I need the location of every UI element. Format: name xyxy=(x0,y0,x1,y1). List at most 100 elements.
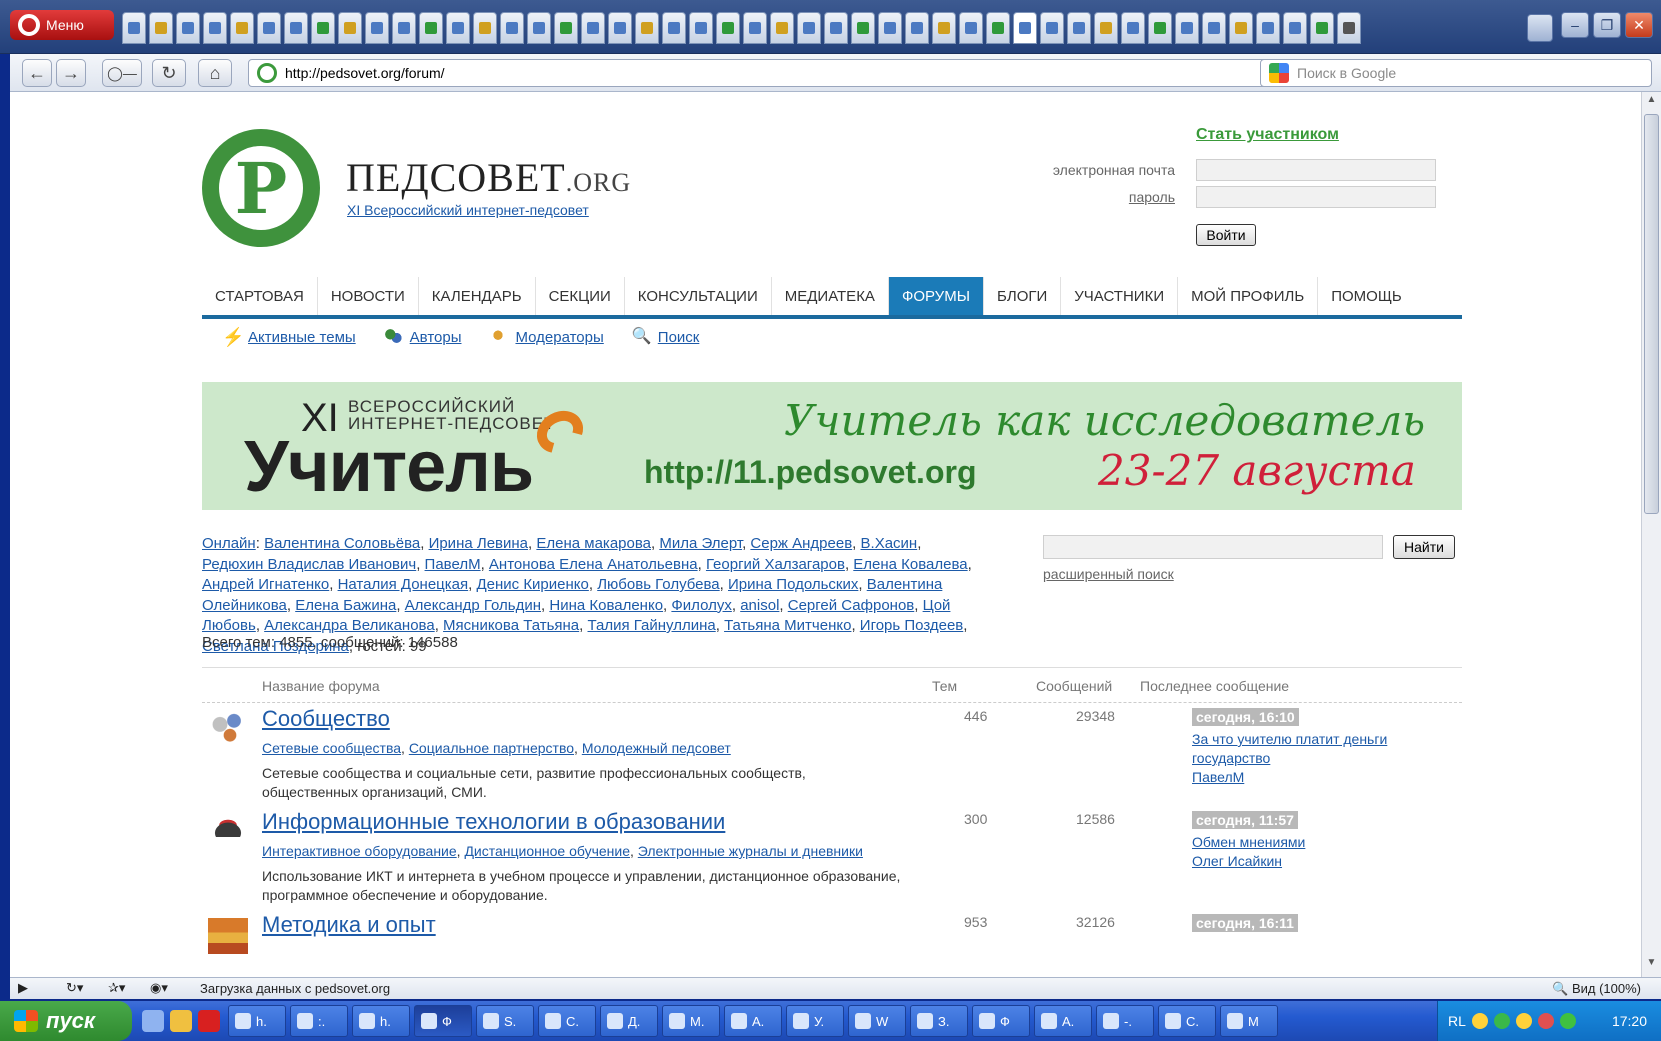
nav-consultations[interactable]: КОНСУЛЬТАЦИИ xyxy=(625,277,772,315)
blocker-icon[interactable]: ◉▾ xyxy=(150,980,168,996)
nav-members[interactable]: УЧАСТНИКИ xyxy=(1061,277,1179,315)
online-user-link[interactable]: Елена Ковалева xyxy=(853,556,967,573)
taskbar-task[interactable]: У. xyxy=(786,1005,844,1037)
online-user-link[interactable]: Татьяна Митченко xyxy=(724,617,851,634)
tray-icon[interactable] xyxy=(1537,1013,1554,1029)
forward-button[interactable]: → xyxy=(56,59,86,87)
taskbar-task[interactable]: Ф xyxy=(414,1005,472,1037)
nav-my-profile[interactable]: МОЙ ПРОФИЛЬ xyxy=(1178,277,1319,315)
online-user-link[interactable]: Талия Гайнуллина xyxy=(588,617,716,634)
browser-tab[interactable] xyxy=(1067,12,1091,44)
email-field[interactable] xyxy=(1196,159,1436,181)
online-user-link[interactable]: Редюхин Владислав Иванович xyxy=(202,556,416,573)
browser-tab[interactable] xyxy=(959,12,983,44)
online-user-link[interactable]: Елена макарова xyxy=(536,535,651,552)
restore-button[interactable]: ❐ xyxy=(1593,12,1621,38)
taskbar-task[interactable]: W xyxy=(848,1005,906,1037)
browser-tab[interactable] xyxy=(473,12,497,44)
new-tab-button[interactable] xyxy=(1337,12,1361,44)
browser-tab[interactable] xyxy=(1121,12,1145,44)
home-button[interactable]: ⌂ xyxy=(198,59,232,87)
taskbar-task[interactable]: М xyxy=(1220,1005,1278,1037)
nav-sections[interactable]: СЕКЦИИ xyxy=(536,277,625,315)
browser-tab[interactable] xyxy=(986,12,1010,44)
online-user-link[interactable]: ПавелМ xyxy=(425,556,481,573)
browser-tab[interactable] xyxy=(122,12,146,44)
browser-tab[interactable] xyxy=(500,12,524,44)
nav-news[interactable]: НОВОСТИ xyxy=(318,277,419,315)
nav-forums[interactable]: ФОРУМЫ xyxy=(888,277,984,315)
browser-tab[interactable] xyxy=(284,12,308,44)
address-bar[interactable]: http://pedsovet.org/forum/ xyxy=(248,59,1410,87)
online-user-link[interactable]: Александра Великанова xyxy=(264,617,435,634)
nav-media[interactable]: МЕДИАТЕКА xyxy=(772,277,889,315)
authors-link[interactable]: Авторы xyxy=(410,329,462,346)
browser-tab[interactable] xyxy=(149,12,173,44)
advanced-search-link[interactable]: расширенный поиск xyxy=(1043,566,1174,582)
browser-tab[interactable] xyxy=(716,12,740,44)
zoom-control[interactable]: 🔍 Вид (100%) xyxy=(1552,981,1641,997)
last-topic-link[interactable]: За что учителю платит деньги государство xyxy=(1192,731,1387,766)
online-user-link[interactable]: Сергей Сафронов xyxy=(788,597,915,614)
browser-tab[interactable] xyxy=(1283,12,1307,44)
online-user-link[interactable]: Георгий Халзагаров xyxy=(706,556,845,573)
online-user-link[interactable]: Нина Коваленко xyxy=(549,597,663,614)
taskbar-task[interactable]: Д. xyxy=(600,1005,658,1037)
taskbar-task[interactable]: С. xyxy=(1158,1005,1216,1037)
google-search-field[interactable]: Поиск в Google xyxy=(1260,59,1652,87)
subforum-link[interactable]: Социальное партнерство xyxy=(409,740,574,756)
browser-tab[interactable] xyxy=(1040,12,1064,44)
online-user-link[interactable]: Мясникова Татьяна xyxy=(443,617,579,634)
tray-icon[interactable] xyxy=(1493,1013,1510,1029)
last-topic-link[interactable]: Обмен мнениями xyxy=(1192,834,1305,850)
join-link[interactable]: Стать участником xyxy=(1196,126,1339,144)
taskbar-task[interactable]: Ф xyxy=(972,1005,1030,1037)
subnav-moderators[interactable]: Модераторы xyxy=(489,328,604,346)
taskbar-task[interactable]: М. xyxy=(662,1005,720,1037)
active-topics-link[interactable]: Активные темы xyxy=(248,329,356,346)
browser-tab[interactable] xyxy=(446,12,470,44)
browser-tab[interactable] xyxy=(743,12,767,44)
forum-search-button[interactable]: Найти xyxy=(1393,535,1455,559)
moderators-link[interactable]: Модераторы xyxy=(515,329,603,346)
browser-tab[interactable] xyxy=(419,12,443,44)
taskbar-task[interactable]: А. xyxy=(1034,1005,1092,1037)
browser-tab[interactable] xyxy=(230,12,254,44)
browser-tab[interactable] xyxy=(878,12,902,44)
site-subtitle-link[interactable]: XI Всероссийский интернет-педсовет xyxy=(347,202,589,218)
online-user-link[interactable]: Елена Бажина xyxy=(295,597,396,614)
online-user-link[interactable]: Любовь Голубева xyxy=(597,576,719,593)
login-button[interactable]: Войти xyxy=(1196,224,1256,246)
online-user-link[interactable]: Серж Андреев xyxy=(750,535,852,552)
online-user-link[interactable]: Ирина Левина xyxy=(429,535,528,552)
opera-menu-button[interactable]: Меню xyxy=(10,10,114,40)
taskbar-task[interactable]: :. xyxy=(290,1005,348,1037)
browser-tab[interactable] xyxy=(608,12,632,44)
turbo-icon[interactable]: ✰▾ xyxy=(108,980,125,996)
browser-tab[interactable] xyxy=(203,12,227,44)
password-link[interactable]: пароль xyxy=(995,189,1175,205)
last-author-link[interactable]: ПавелМ xyxy=(1192,769,1244,785)
reload-button[interactable]: ↻ xyxy=(152,59,186,87)
taskbar-task[interactable]: С. xyxy=(538,1005,596,1037)
panel-toggle-icon[interactable]: ▶ xyxy=(18,980,28,996)
event-banner[interactable]: XI ВСЕРОССИЙСКИЙ ИНТЕРНЕТ-ПЕДСОВЕТ Учите… xyxy=(202,382,1462,510)
online-user-link[interactable]: Валентина Соловьёва xyxy=(264,535,420,552)
minimize-button[interactable]: – xyxy=(1561,12,1589,38)
online-user-link[interactable]: anisol xyxy=(740,597,779,614)
browser-tab[interactable] xyxy=(662,12,686,44)
nav-calendar[interactable]: КАЛЕНДАРЬ xyxy=(419,277,536,315)
subnav-search[interactable]: 🔍 Поиск xyxy=(632,328,700,346)
browser-tab[interactable] xyxy=(1310,12,1334,44)
browser-tab-active[interactable] xyxy=(1013,12,1037,44)
network-icon[interactable] xyxy=(1559,1013,1576,1029)
online-user-link[interactable]: Антонова Елена Анатольевна xyxy=(489,556,698,573)
browser-tab[interactable] xyxy=(1202,12,1226,44)
online-user-link[interactable]: Наталия Донецкая xyxy=(338,576,469,593)
back-button[interactable]: ← xyxy=(22,59,52,87)
forum-title-link[interactable]: Методика и опыт xyxy=(262,912,436,938)
subforum-link[interactable]: Дистанционное обучение xyxy=(464,843,630,859)
subforum-link[interactable]: Интерактивное оборудование xyxy=(262,843,457,859)
browser-tab[interactable] xyxy=(176,12,200,44)
browser-tab[interactable] xyxy=(1256,12,1280,44)
